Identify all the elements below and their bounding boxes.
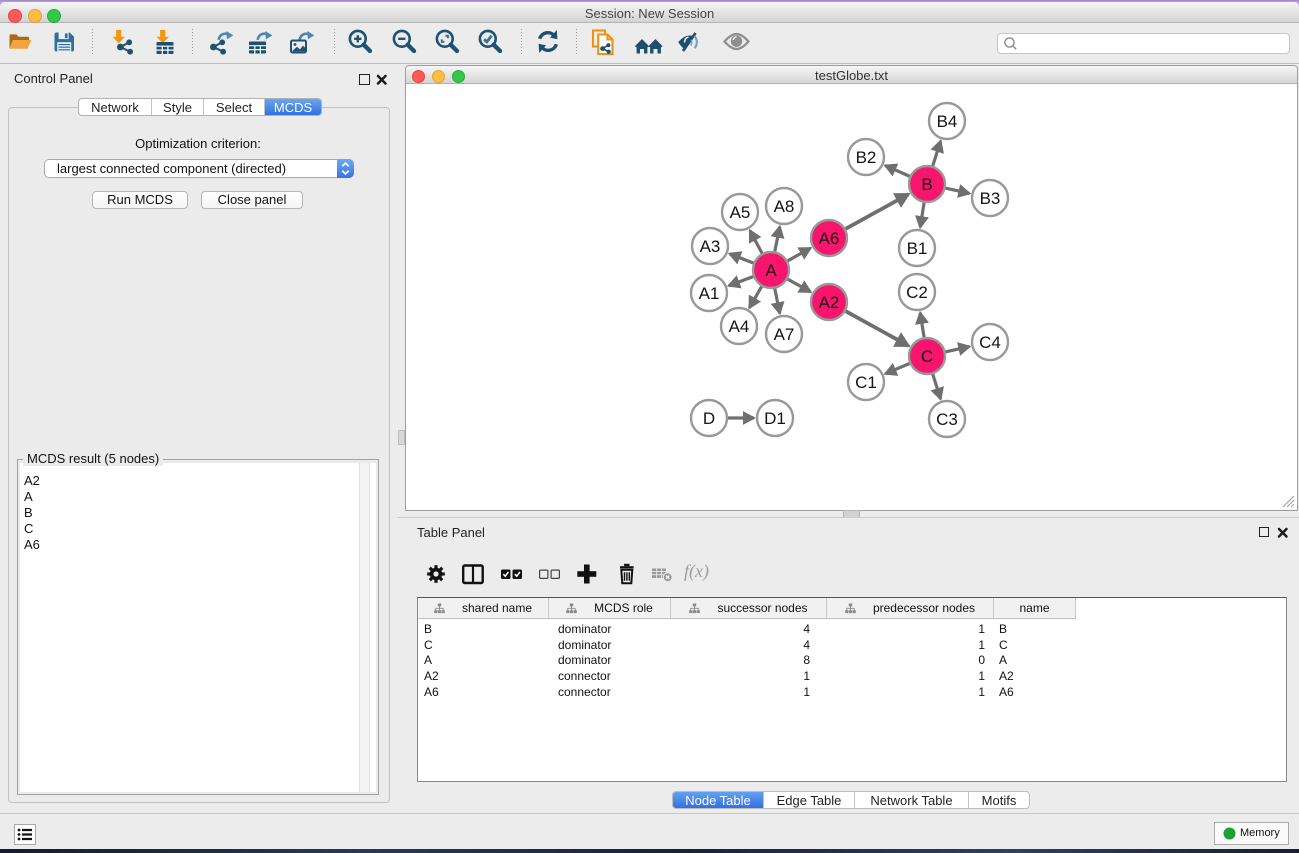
- svg-text:A: A: [765, 261, 777, 280]
- svg-text:C2: C2: [906, 283, 928, 302]
- svg-text:C4: C4: [979, 333, 1001, 352]
- svg-text:A2: A2: [819, 293, 840, 312]
- svg-text:A4: A4: [729, 317, 750, 336]
- svg-text:A6: A6: [819, 229, 840, 248]
- svg-text:D: D: [703, 409, 715, 428]
- svg-text:A8: A8: [774, 197, 795, 216]
- svg-text:B4: B4: [937, 112, 958, 131]
- svg-text:A5: A5: [730, 203, 751, 222]
- svg-text:B2: B2: [856, 148, 877, 167]
- svg-text:C3: C3: [936, 410, 958, 429]
- svg-text:B1: B1: [907, 239, 928, 258]
- svg-text:A3: A3: [700, 237, 721, 256]
- svg-text:B3: B3: [980, 189, 1001, 208]
- svg-text:A1: A1: [699, 284, 720, 303]
- svg-text:C1: C1: [855, 373, 877, 392]
- svg-text:B: B: [921, 175, 932, 194]
- svg-text:A7: A7: [774, 325, 795, 344]
- svg-text:C: C: [921, 347, 933, 366]
- svg-text:D1: D1: [764, 409, 786, 428]
